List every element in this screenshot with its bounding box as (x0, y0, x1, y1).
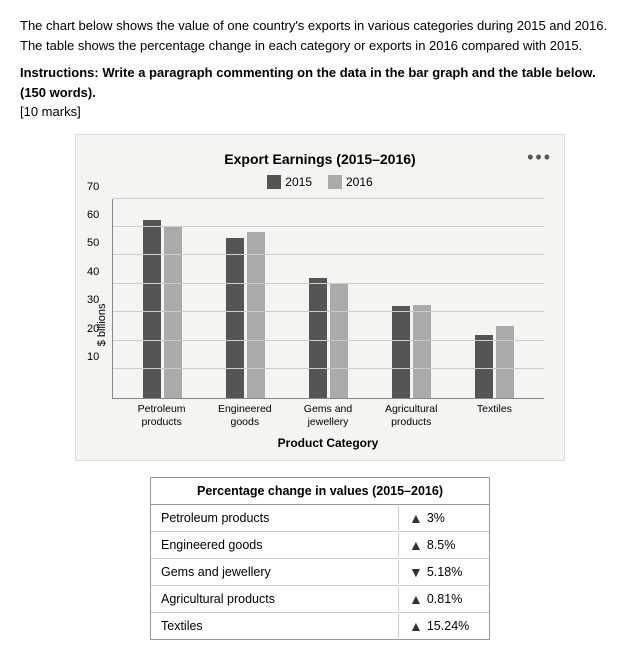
chart-title: Export Earnings (2015–2016) (96, 151, 544, 167)
grid-line (113, 254, 544, 255)
category-bars (287, 278, 370, 398)
chart-area: ••• Export Earnings (2015–2016) 2015 201… (75, 134, 565, 461)
table-row: Textiles ▲ 15.24% (151, 613, 489, 639)
bar-2015 (309, 278, 327, 398)
bar-2015 (226, 238, 244, 398)
chart-inner: 10203040506070 PetroleumproductsEngineer… (112, 199, 544, 450)
legend-box-2016 (328, 175, 342, 189)
legend-label-2016: 2016 (346, 175, 373, 189)
instructions-text: Instructions: Write a paragraph commenti… (20, 63, 620, 102)
percentage-value: 8.5% (427, 538, 456, 552)
category-bars (370, 305, 453, 398)
table-row: Agricultural products ▲ 0.81% (151, 586, 489, 613)
arrow-up-icon: ▲ (409, 510, 423, 526)
bar-2016 (413, 305, 431, 398)
chart-body: $ billions 10203040506070 Petroleumprodu… (96, 199, 544, 450)
y-tick: 70 (87, 181, 99, 193)
y-tick: 50 (87, 237, 99, 249)
grid-line (113, 311, 544, 312)
legend-2016: 2016 (328, 175, 373, 189)
intro-text: The chart below shows the value of one c… (20, 16, 620, 55)
percentage-value: 5.18% (427, 565, 462, 579)
x-label: Textiles (453, 403, 536, 430)
x-label: Petroleumproducts (120, 403, 203, 430)
table-cell-category: Agricultural products (151, 587, 399, 611)
y-tick: 40 (87, 266, 99, 278)
chart-legend: 2015 2016 (96, 175, 544, 189)
y-tick: 20 (87, 323, 99, 335)
category-bars (453, 326, 536, 397)
grid-line (113, 368, 544, 369)
legend-2015: 2015 (267, 175, 312, 189)
table-row: Petroleum products ▲ 3% (151, 505, 489, 532)
grid-line (113, 226, 544, 227)
legend-box-2015 (267, 175, 281, 189)
table-cell-category: Gems and jewellery (151, 560, 399, 584)
category-bars (121, 220, 204, 397)
percentage-value: 0.81% (427, 592, 462, 606)
table-cell-value: ▲ 0.81% (399, 586, 489, 612)
arrow-down-icon: ▼ (409, 564, 423, 580)
table-body: Petroleum products ▲ 3% Engineered goods ▲ 8.… (151, 505, 489, 639)
arrow-up-icon: ▲ (409, 618, 423, 634)
table-cell-category: Engineered goods (151, 533, 399, 557)
grid-line (113, 340, 544, 341)
bar-2015 (392, 306, 410, 397)
marks-text: [10 marks] (20, 102, 620, 122)
percentage-value: 3% (427, 511, 445, 525)
bar-2016 (496, 326, 514, 397)
y-tick: 10 (87, 351, 99, 363)
table-cell-value: ▲ 3% (399, 505, 489, 531)
legend-label-2015: 2015 (285, 175, 312, 189)
table-cell-value: ▲ 15.24% (399, 613, 489, 639)
x-label: Gems andjewellery (286, 403, 369, 430)
bar-2016 (247, 232, 265, 398)
x-label: Engineeredgoods (203, 403, 286, 430)
percentage-table: Percentage change in values (2015–2016) … (150, 477, 490, 640)
x-labels: PetroleumproductsEngineeredgoodsGems and… (112, 399, 544, 430)
table-cell-category: Petroleum products (151, 506, 399, 530)
bar-2015 (475, 335, 493, 398)
percentage-value: 15.24% (427, 619, 469, 633)
y-tick: 60 (87, 209, 99, 221)
grid-line (113, 283, 544, 284)
more-options-button[interactable]: ••• (527, 147, 552, 168)
x-label: Agriculturalproducts (370, 403, 453, 430)
category-bars (204, 232, 287, 398)
table-header: Percentage change in values (2015–2016) (151, 478, 489, 505)
arrow-up-icon: ▲ (409, 537, 423, 553)
table-row: Gems and jewellery ▼ 5.18% (151, 559, 489, 586)
grid-line (113, 198, 544, 199)
table-cell-value: ▼ 5.18% (399, 559, 489, 585)
table-row: Engineered goods ▲ 8.5% (151, 532, 489, 559)
grid-area: 10203040506070 (112, 199, 544, 399)
table-cell-value: ▲ 8.5% (399, 532, 489, 558)
table-cell-category: Textiles (151, 614, 399, 638)
bar-2015 (143, 220, 161, 397)
arrow-up-icon: ▲ (409, 591, 423, 607)
x-axis-title: Product Category (112, 436, 544, 450)
y-tick: 30 (87, 294, 99, 306)
